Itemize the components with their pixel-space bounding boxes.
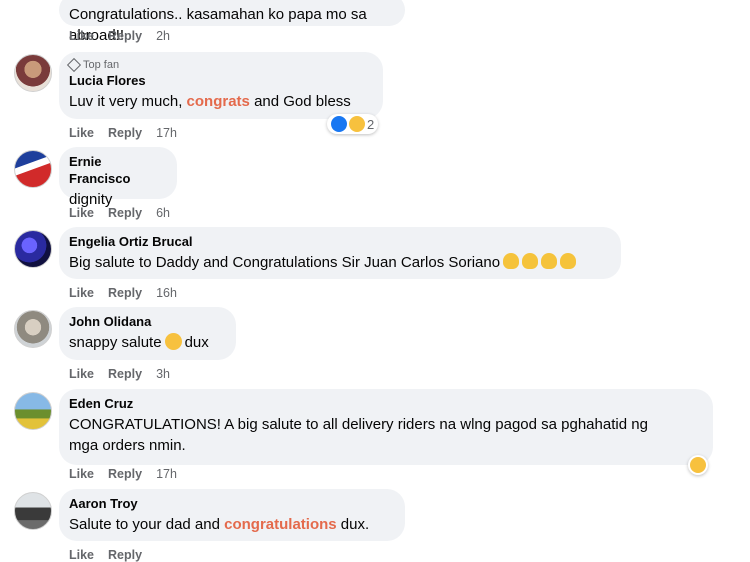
like-link[interactable]: Like xyxy=(69,467,94,481)
clap-emoji-icon xyxy=(503,253,520,269)
timestamp[interactable]: 17h xyxy=(156,126,177,140)
comment-thread: Congratulations.. kasamahan ko papa mo s… xyxy=(0,0,750,562)
wow-reaction-icon xyxy=(349,116,365,132)
commenter-name[interactable]: Ernie Francisco xyxy=(69,153,165,187)
clap-emoji-icon xyxy=(560,253,577,269)
like-link[interactable]: Like xyxy=(69,367,94,381)
comment-bubble: Aaron Troy Salute to your dad and congra… xyxy=(59,489,405,541)
comment-text: Big salute to Daddy and Congratulations … xyxy=(69,252,609,273)
reaction-count: 2 xyxy=(367,116,375,132)
avatar[interactable] xyxy=(14,310,52,348)
comment-text: Luv it very much, congrats and God bless xyxy=(69,93,351,110)
comment-actions: Like Reply 16h xyxy=(69,286,177,300)
clap-emoji-icon xyxy=(522,253,539,269)
comment-bubble: Top fan Lucia Flores Luv it very much, c… xyxy=(59,52,383,119)
like-link[interactable]: Like xyxy=(69,286,94,300)
commenter-name[interactable]: Lucia Flores xyxy=(69,72,371,89)
diamond-icon xyxy=(66,57,82,73)
timestamp[interactable]: 16h xyxy=(156,286,177,300)
like-reaction-icon xyxy=(331,116,347,132)
reply-link[interactable]: Reply xyxy=(108,286,142,300)
comment-bubble: Ernie Francisco dignity xyxy=(59,147,177,208)
comment-actions: Like Reply 3h xyxy=(69,367,170,381)
comment-actions: Like Reply xyxy=(69,548,142,562)
comment-bubble: Congratulations.. kasamahan ko papa mo s… xyxy=(59,0,405,44)
highlighted-word: congratulations xyxy=(224,516,337,533)
comment-bubble: Engelia Ortiz Brucal Big salute to Daddy… xyxy=(59,227,621,279)
avatar[interactable] xyxy=(14,492,52,530)
like-link[interactable]: Like xyxy=(69,548,94,562)
reaction-summary[interactable] xyxy=(688,455,708,475)
clap-emoji-icon xyxy=(541,253,558,269)
comment-bubble: Eden Cruz CONGRATULATIONS! A big salute … xyxy=(59,389,713,465)
saluting-face-emoji-icon xyxy=(164,333,182,350)
reply-link[interactable]: Reply xyxy=(108,367,142,381)
avatar[interactable] xyxy=(14,150,52,188)
comment-actions: Like Reply 17h xyxy=(69,467,177,481)
reply-link[interactable]: Reply xyxy=(108,467,142,481)
timestamp[interactable]: 6h xyxy=(156,206,170,220)
like-link[interactable]: Like xyxy=(69,29,94,43)
commenter-name[interactable]: Eden Cruz xyxy=(69,395,701,412)
comment-actions: Like Reply 17h xyxy=(69,126,177,140)
like-link[interactable]: Like xyxy=(69,206,94,220)
reply-link[interactable]: Reply xyxy=(108,126,142,140)
commenter-name[interactable]: Aaron Troy xyxy=(69,495,393,512)
reply-link[interactable]: Reply xyxy=(108,29,142,43)
reply-link[interactable]: Reply xyxy=(108,548,142,562)
like-link[interactable]: Like xyxy=(69,126,94,140)
comment-bubble: John Olidana snappy salute dux xyxy=(59,307,236,360)
commenter-name[interactable]: John Olidana xyxy=(69,313,224,330)
top-fan-badge: Top fan xyxy=(66,57,371,73)
timestamp[interactable]: 2h xyxy=(156,29,170,43)
reply-link[interactable]: Reply xyxy=(108,206,142,220)
comment-text: Salute to your dad and congratulations d… xyxy=(69,516,370,533)
highlighted-word: congrats xyxy=(186,93,250,110)
avatar[interactable] xyxy=(14,230,52,268)
comment-text: snappy salute dux xyxy=(69,333,209,351)
avatar[interactable] xyxy=(14,54,52,92)
comment-text: CONGRATULATIONS! A big salute to all del… xyxy=(69,416,648,454)
avatar[interactable] xyxy=(14,392,52,430)
wow-reaction-icon xyxy=(690,457,706,473)
timestamp[interactable]: 3h xyxy=(156,367,170,381)
reaction-summary[interactable]: 2 xyxy=(327,114,379,134)
comment-actions: Like Reply 2h xyxy=(69,29,170,43)
commenter-name[interactable]: Engelia Ortiz Brucal xyxy=(69,233,609,250)
comment-actions: Like Reply 6h xyxy=(69,206,170,220)
timestamp[interactable]: 17h xyxy=(156,467,177,481)
